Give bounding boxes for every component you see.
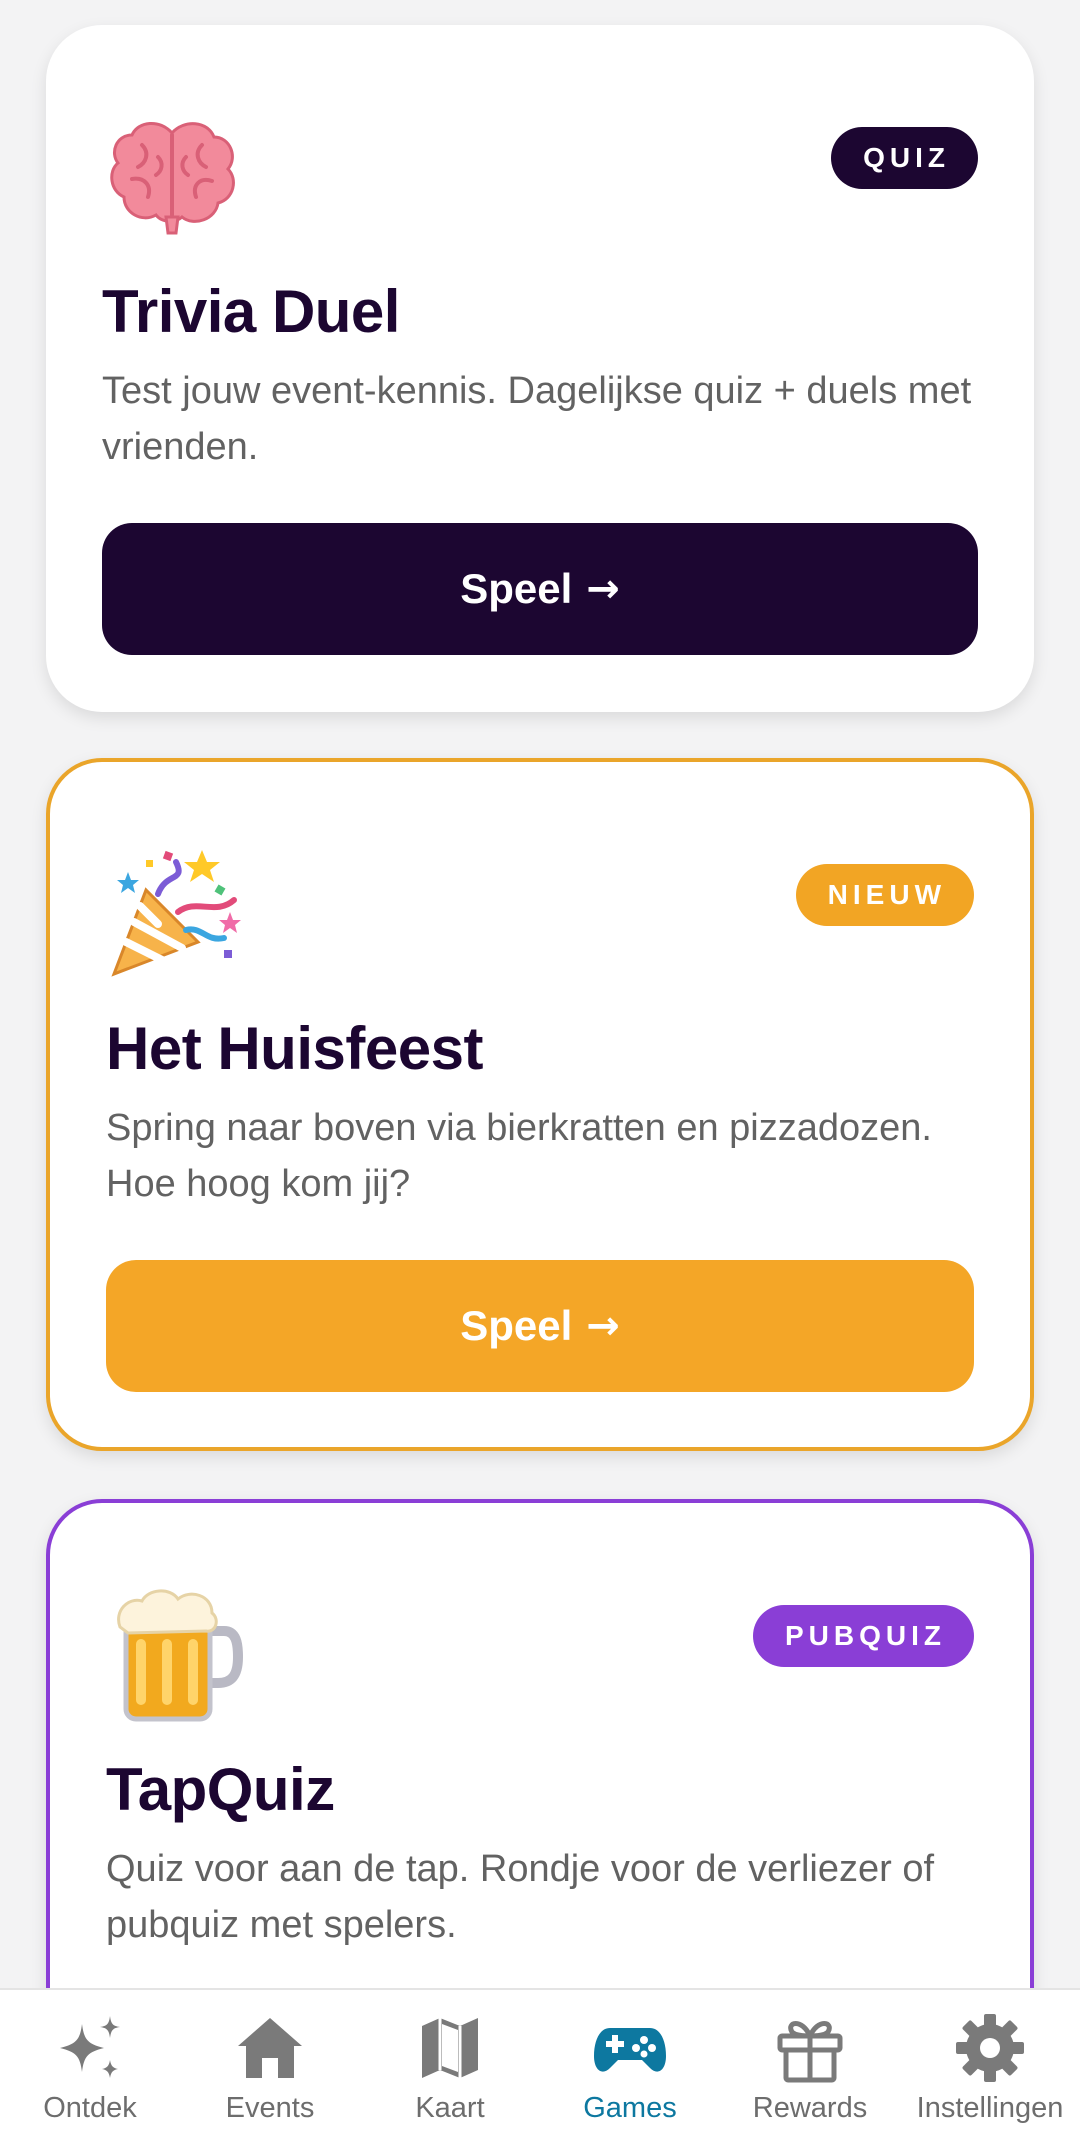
party-popper-icon	[111, 850, 241, 977]
card-description: Test jouw event-kennis. Dagelijkse quiz …	[102, 370, 972, 468]
nav-item-events[interactable]: Events	[180, 1990, 360, 2140]
card-description: Spring naar boven via bierkratten en piz…	[106, 1107, 932, 1205]
bottom-navigation: Ontdek Events Kaart Games Rewards Instel…	[0, 1988, 1080, 2140]
play-button[interactable]: Speel →	[102, 523, 978, 655]
play-button[interactable]: Speel →	[106, 1260, 974, 1392]
gear-icon	[956, 2014, 1024, 2082]
nav-label: Events	[225, 2092, 315, 2124]
brain-icon	[110, 122, 235, 235]
nav-item-kaart[interactable]: Kaart	[360, 1990, 540, 2140]
gift-icon	[777, 2021, 843, 2083]
map-icon	[422, 2018, 478, 2078]
category-badge: QUIZ	[831, 127, 978, 189]
category-badge: PUBQUIZ	[753, 1605, 974, 1667]
nav-label: Kaart	[415, 2092, 485, 2124]
nav-item-rewards[interactable]: Rewards	[720, 1990, 900, 2140]
beer-mug-icon	[117, 1589, 244, 1722]
game-card-het-huisfeest: NIEUW Het Huisfeest Spring naar boven vi…	[46, 758, 1034, 1451]
arrow-right-icon: →	[586, 566, 620, 612]
card-title: TapQuiz	[106, 1756, 335, 1823]
nav-label: Rewards	[752, 2092, 868, 2124]
nav-item-games[interactable]: Games	[540, 1990, 720, 2140]
nav-item-instellingen[interactable]: Instellingen	[900, 1990, 1080, 2140]
nav-label: Instellingen	[916, 2092, 1064, 2124]
card-description: Quiz voor aan de tap. Rondje voor de ver…	[106, 1848, 935, 1946]
gamepad-icon	[594, 2028, 666, 2072]
nav-label: Ontdek	[43, 2092, 137, 2124]
game-card-trivia-duel: QUIZ Trivia Duel Test jouw event-kennis.…	[46, 25, 1034, 712]
card-title: Trivia Duel	[102, 278, 400, 345]
home-icon	[238, 2018, 302, 2078]
sparkles-icon	[60, 2016, 120, 2078]
nav-item-ontdek[interactable]: Ontdek	[0, 1990, 180, 2140]
new-badge: NIEUW	[795, 864, 974, 926]
card-title: Het Huisfeest	[106, 1015, 483, 1082]
arrow-right-icon: →	[586, 1303, 620, 1349]
play-button-label: Speel	[460, 1302, 573, 1349]
nav-label: Games	[583, 2092, 677, 2124]
games-screen: QUIZ Trivia Duel Test jouw event-kennis.…	[0, 0, 1080, 2140]
play-button-label: Speel	[460, 565, 573, 612]
